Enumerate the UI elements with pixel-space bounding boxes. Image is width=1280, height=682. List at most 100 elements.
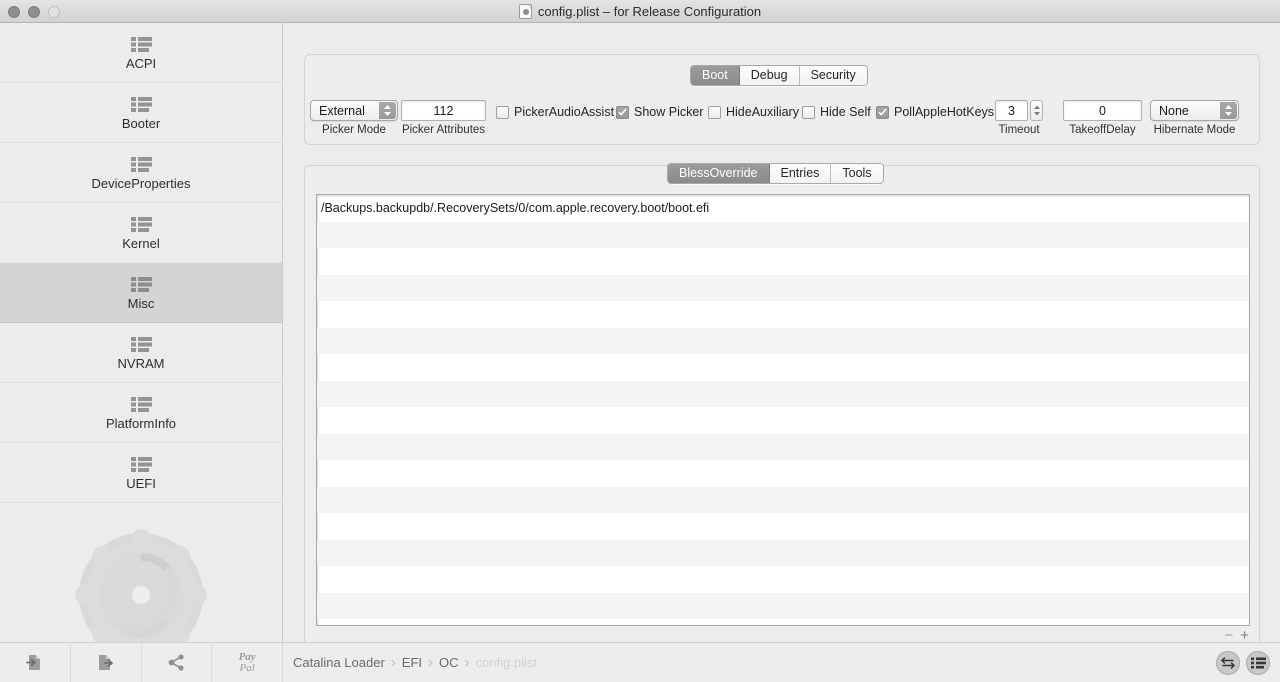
- window-title: config.plist – for Release Configuration: [537, 3, 762, 19]
- table-row[interactable]: [317, 327, 1249, 354]
- timeout-input[interactable]: 3: [995, 100, 1028, 121]
- boot-controls-row: External Picker Mode 112 Picker Attribut…: [305, 100, 1259, 146]
- table-row[interactable]: [317, 513, 1249, 540]
- table-row[interactable]: [317, 486, 1249, 513]
- list-icon: [130, 276, 152, 292]
- checkbox-label: Show Picker: [634, 105, 704, 119]
- sidebar-item-misc[interactable]: Misc: [0, 263, 282, 323]
- stepper-arrows-icon[interactable]: [1030, 100, 1043, 121]
- table-add-remove-controls: − +: [1224, 628, 1249, 643]
- table-row[interactable]: [317, 248, 1249, 275]
- sidebar-item-label: Misc: [127, 295, 155, 311]
- tab-security[interactable]: Security: [799, 66, 867, 85]
- paypal-icon: Pay Pal: [239, 651, 256, 674]
- checkbox-box[interactable]: [802, 105, 815, 119]
- blessoverride-panel: /Backups.backupdb/.RecoverySets/0/com.ap…: [304, 165, 1260, 647]
- table-row[interactable]: [317, 592, 1249, 619]
- table-row[interactable]: [317, 354, 1249, 381]
- tab-entries[interactable]: Entries: [769, 164, 832, 183]
- sidebar-item-uefi[interactable]: UEFI: [0, 443, 282, 503]
- tab-tools[interactable]: Tools: [831, 164, 883, 183]
- export-button[interactable]: [71, 642, 142, 682]
- takeoff-delay-input[interactable]: 0: [1063, 100, 1142, 121]
- chevron-updown-icon: [1220, 102, 1237, 119]
- breadcrumb-item-config-plist[interactable]: config.plist: [476, 655, 537, 670]
- takeoff-delay-value: 0: [1099, 103, 1106, 118]
- checkbox-hide-self[interactable]: Hide Self: [802, 105, 871, 119]
- chevron-right-icon: ›: [428, 654, 434, 671]
- sidebar-item-deviceproperties[interactable]: DeviceProperties: [0, 143, 282, 203]
- timeout-control: 3 Timeout: [995, 100, 1043, 136]
- table-row[interactable]: /Backups.backupdb/.RecoverySets/0/com.ap…: [317, 195, 1249, 222]
- share-button[interactable]: [142, 642, 213, 682]
- tab-debug[interactable]: Debug: [739, 66, 800, 85]
- picker-mode-dropdown[interactable]: External: [310, 100, 398, 121]
- tab-boot[interactable]: Boot: [691, 66, 740, 85]
- list-icon: [1250, 657, 1266, 668]
- timeout-stepper[interactable]: 3: [995, 100, 1043, 121]
- list-view-button[interactable]: [1246, 650, 1270, 675]
- chevron-right-icon: ›: [390, 654, 396, 671]
- checkbox-box[interactable]: [876, 105, 889, 119]
- picker-attributes-input[interactable]: 112: [401, 100, 486, 121]
- checkbox-box[interactable]: [616, 105, 629, 119]
- bottom-toolbar: Pay Pal Catalina Loader › EFI › OC › con…: [0, 642, 1280, 682]
- sidebar-item-nvram[interactable]: NVRAM: [0, 323, 282, 383]
- zoom-button[interactable]: [48, 6, 60, 18]
- breadcrumb-item-efi[interactable]: EFI: [402, 655, 422, 670]
- sidebar-item-booter[interactable]: Booter: [0, 83, 282, 143]
- table-row[interactable]: [317, 407, 1249, 434]
- checkbox-box[interactable]: [708, 105, 721, 119]
- table-cell-path: /Backups.backupdb/.RecoverySets/0/com.ap…: [321, 201, 710, 216]
- sidebar-item-acpi[interactable]: ACPI: [0, 23, 282, 83]
- picker-attributes-control: 112 Picker Attributes: [401, 100, 486, 136]
- checkbox-hideauxiliary[interactable]: HideAuxiliary: [708, 105, 799, 119]
- table-row[interactable]: [317, 221, 1249, 248]
- table-row[interactable]: [317, 566, 1249, 593]
- tab-blessoverride[interactable]: BlessOverride: [668, 164, 770, 183]
- table-row[interactable]: [317, 433, 1249, 460]
- paypal-button[interactable]: Pay Pal: [212, 643, 282, 682]
- hibernate-mode-dropdown[interactable]: None: [1150, 100, 1239, 121]
- boot-section-tabs: Boot Debug Security: [690, 65, 868, 86]
- list-icon: [130, 396, 152, 412]
- takeoff-delay-label: TakeoffDelay: [1069, 124, 1136, 136]
- close-button[interactable]: [8, 6, 20, 18]
- breadcrumb: Catalina Loader › EFI › OC › config.plis…: [283, 643, 1216, 682]
- table-row[interactable]: [317, 274, 1249, 301]
- sidebar-item-label: NVRAM: [117, 355, 165, 371]
- import-button[interactable]: [0, 642, 71, 682]
- sidebar-item-platforminfo[interactable]: PlatformInfo: [0, 383, 282, 443]
- sidebar: ACPI Booter DeviceProperties Kernel Misc…: [0, 23, 283, 642]
- checkbox-box[interactable]: [496, 105, 509, 119]
- sidebar-item-kernel[interactable]: Kernel: [0, 203, 282, 263]
- list-icon: [130, 96, 152, 112]
- takeoff-delay-control: 0 TakeoffDelay: [1063, 100, 1142, 136]
- add-row-button[interactable]: +: [1240, 628, 1249, 643]
- table-row[interactable]: [317, 539, 1249, 566]
- blessoverride-table[interactable]: /Backups.backupdb/.RecoverySets/0/com.ap…: [316, 194, 1250, 626]
- status-buttons: [1216, 650, 1280, 675]
- traffic-lights: [8, 6, 60, 18]
- swap-arrows-button[interactable]: [1216, 650, 1240, 675]
- list-icon: [130, 216, 152, 232]
- checkbox-pickeraudioassist[interactable]: PickerAudioAssist: [496, 105, 614, 119]
- breadcrumb-item-oc[interactable]: OC: [439, 655, 459, 670]
- sidebar-item-label: PlatformInfo: [105, 415, 177, 431]
- breadcrumb-item-catalina-loader[interactable]: Catalina Loader: [293, 655, 385, 670]
- table-row[interactable]: [317, 619, 1249, 625]
- table-row[interactable]: [317, 380, 1249, 407]
- checkbox-pollapplehotkeys[interactable]: PollAppleHotKeys: [876, 105, 994, 119]
- checkbox-label: HideAuxiliary: [726, 105, 799, 119]
- list-icon: [130, 336, 152, 352]
- checkbox-show-picker[interactable]: Show Picker: [616, 105, 703, 119]
- sidebar-item-label: UEFI: [126, 475, 156, 491]
- picker-attributes-label: Picker Attributes: [401, 124, 486, 136]
- table-row[interactable]: [317, 460, 1249, 487]
- minimize-button[interactable]: [28, 6, 40, 18]
- table-row[interactable]: [317, 301, 1249, 328]
- picker-mode-label: Picker Mode: [322, 124, 386, 136]
- chevron-updown-icon: [379, 102, 396, 119]
- remove-row-button[interactable]: −: [1224, 628, 1233, 643]
- document-arrow-out-icon: [99, 655, 114, 670]
